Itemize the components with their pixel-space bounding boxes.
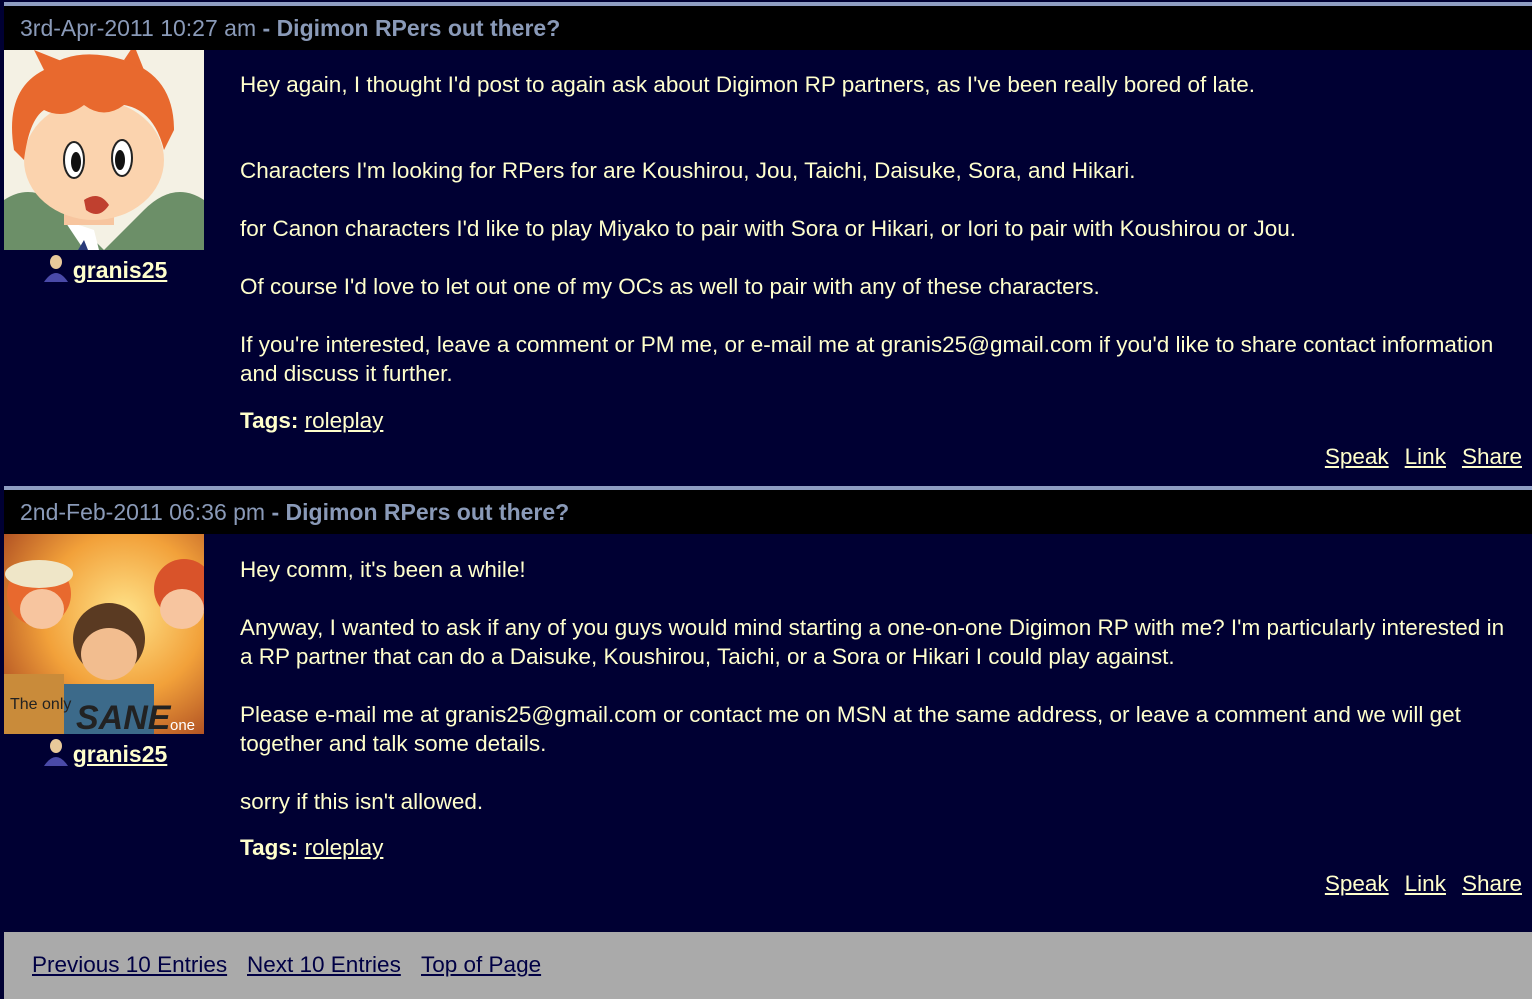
avatar[interactable] bbox=[4, 50, 204, 250]
tag-link[interactable]: roleplay bbox=[305, 408, 384, 433]
share-link[interactable]: Share bbox=[1462, 444, 1522, 469]
entry-subject: Digimon RPers out there? bbox=[276, 15, 561, 41]
journal-page: 3rd-Apr-2011 10:27 am - Digimon RPers ou… bbox=[0, 0, 1532, 999]
entry-body: Hey again, I thought I'd post to again a… bbox=[240, 70, 1512, 388]
entry-body: Hey comm, it's been a while! Anyway, I w… bbox=[240, 555, 1512, 816]
entry-paragraph: Of course I'd love to let out one of my … bbox=[240, 274, 1100, 299]
entry-paragraph: sorry if this isn't allowed. bbox=[240, 789, 484, 814]
entry-paragraph: for Canon characters I'd like to play Mi… bbox=[240, 216, 1296, 241]
entry-subject: Digimon RPers out there? bbox=[285, 499, 570, 525]
entry-tags: Tags: roleplay bbox=[240, 835, 383, 861]
speak-link[interactable]: Speak bbox=[1325, 871, 1389, 896]
entry-paragraph: Characters I'm looking for RPers for are… bbox=[240, 158, 1136, 183]
entry-paragraph: Anyway, I wanted to ask if any of you gu… bbox=[240, 615, 1505, 669]
footer-nav: Previous 10 Entries Next 10 Entries Top … bbox=[4, 932, 1532, 999]
tags-label: Tags: bbox=[240, 835, 299, 860]
link-link[interactable]: Link bbox=[1405, 871, 1446, 896]
entry-header: 2nd-Feb-2011 06:36 pm - Digimon RPers ou… bbox=[4, 490, 1532, 534]
avatar[interactable]: The only SANE one bbox=[4, 534, 204, 734]
journal-entry: 3rd-Apr-2011 10:27 am - Digimon RPers ou… bbox=[4, 0, 1532, 488]
tags-label: Tags: bbox=[240, 408, 299, 433]
entry-date: 3rd-Apr-2011 10:27 am bbox=[20, 15, 257, 41]
journal-entry: 2nd-Feb-2011 06:36 pm - Digimon RPers ou… bbox=[4, 486, 1532, 932]
entry-tags: Tags: roleplay bbox=[240, 408, 383, 434]
speak-link[interactable]: Speak bbox=[1325, 444, 1389, 469]
avatar-text-suffix: one bbox=[170, 717, 195, 734]
poster-username: granis25 bbox=[4, 738, 204, 768]
share-link[interactable]: Share bbox=[1462, 871, 1522, 896]
entry-actions: Speak Link Share bbox=[1309, 871, 1522, 897]
poster-username: granis25 bbox=[4, 254, 204, 284]
avatar-text-main: SANE bbox=[76, 699, 172, 734]
avatar-image-icon bbox=[4, 50, 204, 250]
previous-entries-link[interactable]: Previous 10 Entries bbox=[32, 952, 227, 978]
link-link[interactable]: Link bbox=[1405, 444, 1446, 469]
top-of-page-link[interactable]: Top of Page bbox=[421, 952, 541, 978]
avatar-image-icon: The only SANE one bbox=[4, 534, 204, 734]
username-link[interactable]: granis25 bbox=[73, 257, 168, 283]
entry-separator: - bbox=[265, 499, 286, 525]
entry-paragraph: Please e-mail me at granis25@gmail.com o… bbox=[240, 702, 1461, 756]
entry-actions: Speak Link Share bbox=[1309, 444, 1522, 470]
entry-separator: - bbox=[256, 15, 277, 41]
next-entries-link[interactable]: Next 10 Entries bbox=[247, 952, 401, 978]
entry-paragraph: Hey again, I thought I'd post to again a… bbox=[240, 72, 1256, 97]
avatar-text-prefix: The only bbox=[10, 696, 71, 713]
entry-paragraph: If you're interested, leave a comment or… bbox=[240, 332, 1494, 386]
tag-link[interactable]: roleplay bbox=[305, 835, 384, 860]
username-link[interactable]: granis25 bbox=[73, 741, 168, 767]
user-icon[interactable] bbox=[41, 254, 71, 282]
entry-header: 3rd-Apr-2011 10:27 am - Digimon RPers ou… bbox=[4, 6, 1532, 50]
entry-paragraph: Hey comm, it's been a while! bbox=[240, 557, 526, 582]
entry-date: 2nd-Feb-2011 06:36 pm bbox=[20, 499, 266, 525]
user-icon[interactable] bbox=[41, 738, 71, 766]
